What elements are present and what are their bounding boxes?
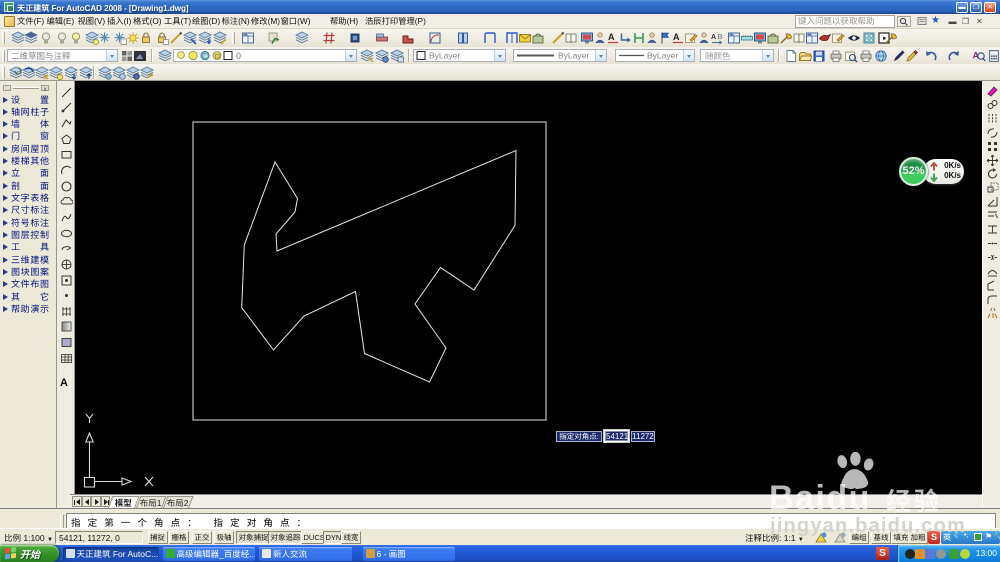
svg-text:ByLayer: ByLayer: [558, 51, 589, 61]
svg-text:A: A: [973, 50, 980, 60]
svg-text:ByLayer: ByLayer: [429, 51, 460, 61]
svg-text:B: B: [718, 34, 723, 41]
svg-text:A: A: [673, 32, 680, 42]
svg-text:A: A: [608, 32, 615, 42]
svg-text:ByLayer: ByLayer: [647, 51, 678, 61]
svg-text:0: 0: [236, 51, 241, 61]
svg-text:A: A: [711, 34, 716, 41]
